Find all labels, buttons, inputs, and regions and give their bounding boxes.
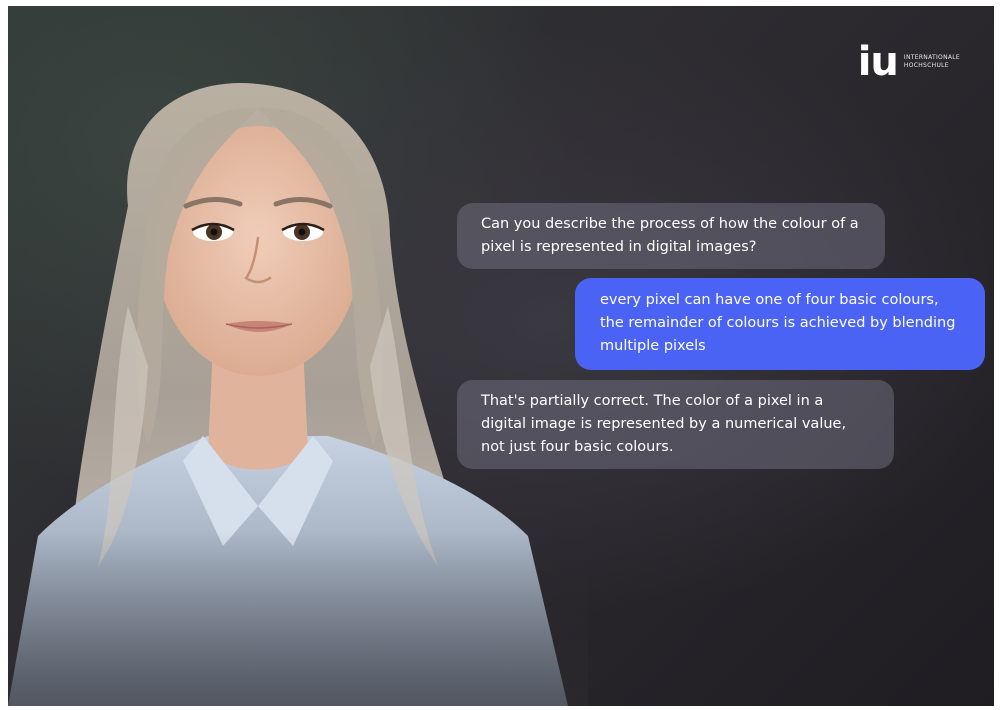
logo-text-line2: HOCHSCHULE xyxy=(903,62,949,69)
message-text: That's partially correct. The color of a… xyxy=(481,393,847,455)
video-frame: iu INTERNATIONALE HOCHSCHULE Can you des… xyxy=(8,6,994,706)
logo-mark: iu xyxy=(857,39,899,85)
message-text: every pixel can have one of four basic c… xyxy=(600,292,956,354)
logo-text-line1: INTERNATIONALE xyxy=(903,54,960,61)
assistant-message: Can you describe the process of how the … xyxy=(457,203,885,269)
assistant-message: That's partially correct. The color of a… xyxy=(457,380,894,469)
iu-logo: iu INTERNATIONALE HOCHSCHULE xyxy=(858,42,960,82)
user-message: every pixel can have one of four basic c… xyxy=(575,278,985,370)
message-text: Can you describe the process of how the … xyxy=(481,216,859,255)
logo-text: INTERNATIONALE HOCHSCHULE xyxy=(904,54,960,70)
presenter-avatar xyxy=(8,6,588,706)
